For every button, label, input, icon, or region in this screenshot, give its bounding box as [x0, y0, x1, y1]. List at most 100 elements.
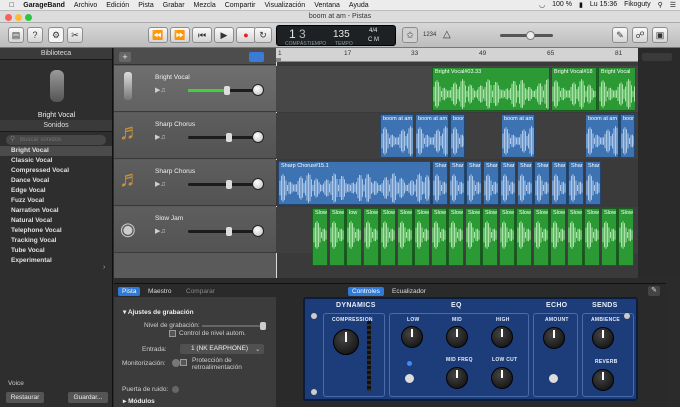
volume-slider[interactable] — [188, 86, 258, 95]
loop-browser-button[interactable]: ☍ — [632, 27, 648, 43]
volume-thumb[interactable] — [224, 86, 230, 95]
mute-solo-icons[interactable]: ▶♫ — [155, 133, 166, 141]
zoom-window-button[interactable] — [25, 14, 32, 21]
audio-region[interactable]: Slow — [431, 208, 447, 266]
tab-maestro[interactable]: Maestro — [144, 287, 175, 296]
record-button[interactable]: ● — [236, 27, 256, 43]
wifi-icon[interactable]: ◡ — [539, 1, 545, 9]
timeline-ruler[interactable]: 1 17 33 49 65 81 — [276, 48, 638, 62]
save-button[interactable]: Guardar... — [68, 392, 108, 403]
eq-switch[interactable] — [405, 374, 414, 383]
menu-mezcla[interactable]: Mezcla — [194, 2, 216, 9]
list-item[interactable]: Edge Vocal — [0, 186, 112, 196]
master-volume-slider[interactable] — [500, 31, 553, 40]
rec-level-slider[interactable] — [202, 322, 266, 330]
play-button[interactable]: ▶ — [214, 27, 234, 43]
menu-visualizacion[interactable]: Visualización — [264, 2, 305, 9]
audio-region[interactable]: Slow — [618, 208, 634, 266]
audio-region[interactable]: Shar — [449, 161, 465, 205]
pan-knob[interactable] — [252, 225, 264, 237]
cycle-button[interactable]: ↻ — [254, 27, 272, 43]
menu-compartir[interactable]: Compartir — [225, 2, 256, 9]
low-cut-knob[interactable] — [491, 367, 513, 389]
smart-filter-button[interactable] — [249, 52, 264, 62]
audio-region[interactable]: Slow — [516, 208, 532, 266]
apple-icon[interactable]:  — [9, 2, 14, 9]
audio-region[interactable]: Slow — [329, 208, 345, 266]
noise-gate-toggle[interactable] — [172, 386, 179, 393]
library-button[interactable]: ▤ — [8, 27, 24, 43]
list-item[interactable]: Telephone Vocal — [0, 226, 112, 236]
tab-pista[interactable]: Pista — [118, 287, 141, 296]
audio-region[interactable]: boom at am — [380, 114, 414, 158]
list-item[interactable]: Dance Vocal — [0, 176, 112, 186]
track-header-3[interactable]: ♬ Sharp Chorus ▶♫ — [114, 160, 276, 206]
fast-forward-button[interactable]: ⏩ — [170, 27, 190, 43]
battery-icon[interactable]: ▮ — [579, 1, 583, 9]
echo-switch[interactable] — [549, 374, 558, 383]
audio-region[interactable]: Bright Vocal#03.33 — [432, 67, 550, 111]
edit-icon[interactable]: ✎ — [648, 286, 660, 296]
reverb-knob[interactable] — [592, 369, 614, 391]
audio-region[interactable]: boom — [620, 114, 635, 158]
mute-solo-icons[interactable]: ▶♫ — [155, 86, 166, 94]
master-volume-thumb[interactable] — [526, 31, 535, 40]
audio-region[interactable]: Slow — [312, 208, 328, 266]
mid-freq-knob[interactable] — [446, 367, 468, 389]
audio-region[interactable]: Shar — [432, 161, 448, 205]
list-item[interactable]: Natural Vocal — [0, 216, 112, 226]
audio-region[interactable]: Shar — [585, 161, 601, 205]
audio-region[interactable]: boom at am — [585, 114, 619, 158]
add-track-button[interactable]: + — [119, 52, 131, 62]
close-window-button[interactable] — [5, 14, 12, 21]
audio-region[interactable]: Bright Vocal — [598, 67, 636, 111]
list-item[interactable]: Compressed Vocal — [0, 166, 112, 176]
audio-region[interactable]: Shar — [500, 161, 516, 205]
track-header-4[interactable]: ◉ Slow Jam ▶♫ — [114, 207, 276, 253]
list-item[interactable]: Tube Vocal — [0, 246, 112, 256]
user-name[interactable]: Fikoguty — [624, 1, 650, 9]
menu-ayuda[interactable]: Ayuda — [349, 2, 369, 9]
volume-thumb[interactable] — [226, 180, 232, 189]
zoom-control[interactable] — [642, 53, 672, 61]
audio-region[interactable]: Shar — [483, 161, 499, 205]
tracks-area[interactable]: 1 17 33 49 65 81 Bright Vocal#03.33 Brigh… — [276, 48, 638, 278]
volume-slider[interactable] — [188, 227, 258, 236]
list-item[interactable]: Experimental — [0, 256, 112, 266]
mid-knob[interactable] — [446, 326, 468, 348]
minimize-window-button[interactable] — [15, 14, 22, 21]
tuner-button[interactable]: ✩ — [402, 27, 418, 43]
editors-button[interactable]: ✂ — [67, 27, 83, 43]
rec-settings-header[interactable]: ▾ Ajustes de grabación — [123, 308, 194, 316]
list-item[interactable]: Narration Vocal — [0, 206, 112, 216]
audio-region[interactable]: Slow — [465, 208, 481, 266]
menu-app[interactable]: GarageBand — [23, 2, 65, 9]
auto-level-checkbox[interactable] — [169, 330, 176, 337]
menu-ventana[interactable]: Ventana — [314, 2, 340, 9]
audio-region[interactable]: Slow — [363, 208, 379, 266]
tab-controles[interactable]: Controles — [348, 287, 384, 296]
audio-region[interactable]: boom at am — [415, 114, 449, 158]
audio-region[interactable]: Slow — [414, 208, 430, 266]
input-select[interactable]: 1 (NK EARPHONE) ⌄ — [180, 344, 264, 354]
audio-region[interactable]: boom — [450, 114, 465, 158]
audio-region[interactable]: Slow — [567, 208, 583, 266]
audio-region[interactable]: Slow — [601, 208, 617, 266]
count-in-button[interactable]: 1234 — [423, 32, 436, 38]
restore-button[interactable]: Restaurar — [6, 392, 44, 403]
volume-slider[interactable] — [188, 180, 258, 189]
feedback-checkbox[interactable] — [180, 359, 187, 366]
mute-solo-icons[interactable]: ▶♫ — [155, 180, 166, 188]
list-item[interactable]: Tracking Vocal — [0, 236, 112, 246]
audio-region[interactable]: Slow — [499, 208, 515, 266]
menu-archivo[interactable]: Archivo — [74, 2, 97, 9]
media-browser-button[interactable]: ▣ — [652, 27, 668, 43]
smart-controls-button[interactable]: ⚙ — [48, 27, 64, 43]
monitoring-toggle[interactable] — [172, 359, 180, 367]
audio-region[interactable]: Shar — [517, 161, 533, 205]
modules-header[interactable]: ▸ Módulos — [123, 397, 155, 405]
go-to-start-button[interactable]: ⏮ — [192, 27, 212, 43]
compression-knob[interactable] — [333, 329, 359, 355]
audio-region[interactable]: Slow — [533, 208, 549, 266]
track-header-2[interactable]: ♬ Sharp Chorus ▶♫ — [114, 113, 276, 159]
